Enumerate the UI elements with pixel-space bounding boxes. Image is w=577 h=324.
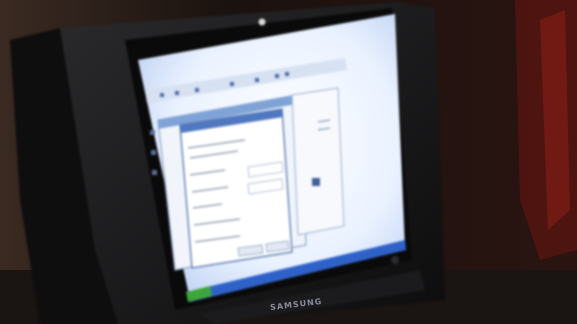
photo-scene bbox=[0, 0, 577, 324]
side-panel-icon bbox=[312, 178, 320, 186]
webcam-dot bbox=[258, 18, 266, 26]
side-panel-window bbox=[291, 87, 345, 236]
power-button bbox=[391, 256, 399, 264]
